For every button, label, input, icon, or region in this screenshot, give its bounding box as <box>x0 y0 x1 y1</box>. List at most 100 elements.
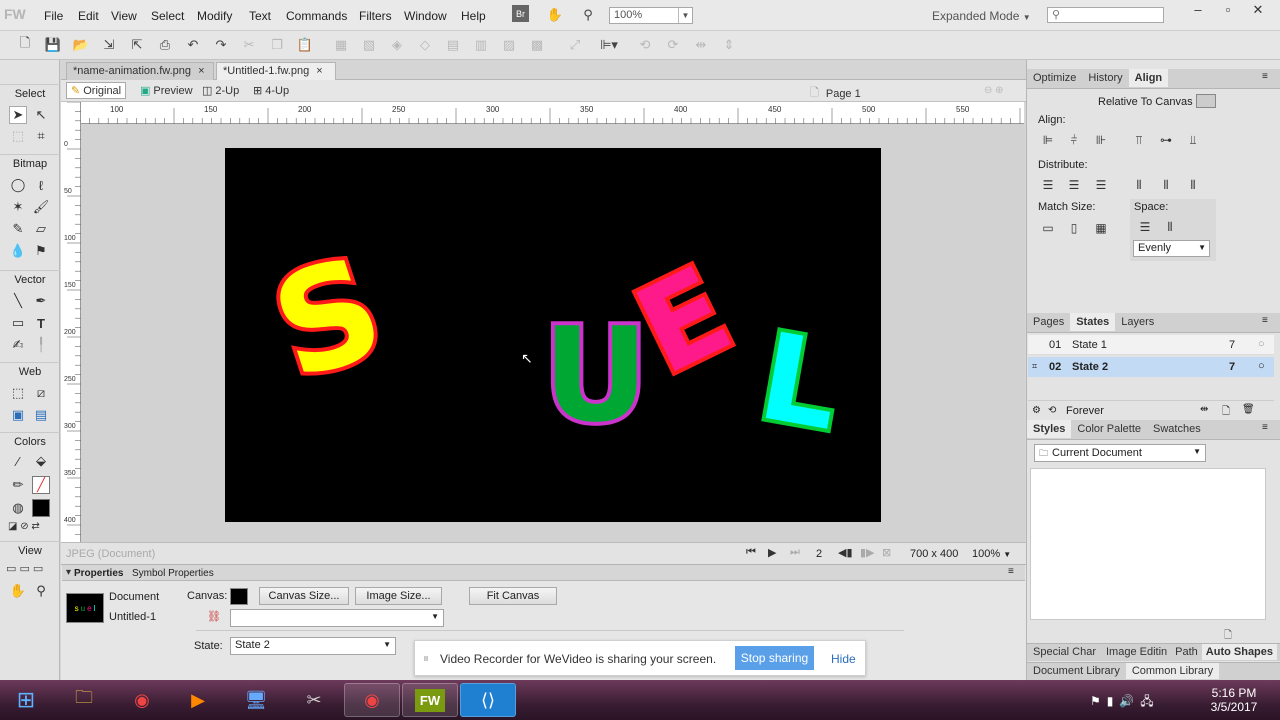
tab-pages[interactable]: Pages <box>1027 313 1070 331</box>
align-center-h-icon[interactable]: ⫩ <box>1067 133 1081 147</box>
distribute-right-icon[interactable]: ⫴ <box>1186 178 1200 192</box>
slice-tool-icon[interactable]: ⧄ <box>32 384 50 402</box>
tab-optimize[interactable]: Optimize <box>1027 69 1082 87</box>
tab-image-editing[interactable]: Image Editin <box>1102 644 1171 660</box>
send-back-icon[interactable]: ▩ <box>528 36 546 54</box>
tab-document-library[interactable]: Document Library <box>1027 663 1126 679</box>
distribute-middle-icon[interactable]: ⫴ <box>1159 178 1173 192</box>
styles-list[interactable] <box>1030 468 1266 620</box>
distribute-bottom-icon[interactable]: ☰ <box>1094 178 1108 192</box>
start-button-icon[interactable]: ⊞ <box>6 682 46 718</box>
state-select[interactable]: State 2 ▼ <box>230 637 396 655</box>
rotate-cw-icon[interactable]: ⟳ <box>664 36 682 54</box>
loop-settings-icon[interactable]: ⚙ <box>1032 405 1041 416</box>
text-tool-icon[interactable]: T <box>32 314 50 332</box>
zoom-select[interactable]: 100% ▼ <box>609 7 693 24</box>
menu-text[interactable]: Text <box>249 9 271 23</box>
lasso-tool-icon[interactable]: ℓ <box>32 176 50 194</box>
clock[interactable]: 5:16 PM 3/5/2017 <box>1204 686 1264 714</box>
zoom-icon[interactable]: ⚲ <box>578 5 598 25</box>
bucket-tool-icon[interactable]: ⬙ <box>32 452 50 470</box>
menu-edit[interactable]: Edit <box>78 9 99 23</box>
close-frame-icon[interactable]: ⊠ <box>882 546 891 559</box>
properties-collapse-icon[interactable]: ▾ <box>66 567 71 578</box>
align-middle-v-icon[interactable]: ⊶ <box>1159 133 1173 147</box>
hand-icon[interactable]: ✋ <box>545 5 565 25</box>
relative-to-canvas-toggle[interactable] <box>1196 94 1216 108</box>
tray-icons[interactable]: ⚑▮🔊🖧 <box>1090 692 1160 713</box>
onion-skin-icon[interactable]: ○ <box>1258 338 1265 350</box>
two-up-view-button[interactable]: ◫ 2-Up <box>202 84 239 98</box>
restore-button[interactable]: ▫ <box>1213 2 1243 17</box>
tab-layers[interactable]: Layers <box>1115 313 1160 331</box>
tab-color-palette[interactable]: Color Palette <box>1071 420 1147 438</box>
new-state-icon[interactable]: 🗋 <box>1222 404 1230 421</box>
fit-canvas-button[interactable]: Fit Canvas <box>469 587 557 605</box>
send-backward-icon[interactable]: ▨ <box>500 36 518 54</box>
bridge-icon[interactable]: Br <box>512 5 529 22</box>
canvas-size-button[interactable]: Canvas Size... <box>259 587 349 605</box>
space-vertical-icon[interactable]: ☰ <box>1138 220 1152 234</box>
tab-special-char[interactable]: Special Char <box>1027 644 1102 660</box>
four-up-view-button[interactable]: ⊞ 4-Up <box>253 84 289 98</box>
stroke-swatch-icon[interactable]: ╱ <box>32 476 50 494</box>
align-top-icon[interactable]: ⫪ <box>1132 133 1146 147</box>
flip-v-icon[interactable]: ⇕ <box>720 36 738 54</box>
align-bottom-icon[interactable]: ⫫ <box>1186 133 1200 147</box>
menu-filters[interactable]: Filters <box>359 9 392 23</box>
space-horizontal-icon[interactable]: ⫴ <box>1163 220 1177 234</box>
align-left-icon[interactable]: ⊫ <box>1041 133 1055 147</box>
explorer-taskbar-icon[interactable]: 🗀 <box>56 683 112 717</box>
tab-swatches[interactable]: Swatches <box>1147 420 1207 438</box>
panel-menu-icon[interactable]: ≡ <box>1262 315 1268 326</box>
tab-path[interactable]: Path <box>1171 644 1202 660</box>
drag-handle-icon[interactable]: ⏸ <box>423 651 429 666</box>
scale-tool-icon[interactable]: ⬚ <box>9 127 27 145</box>
delete-state-icon[interactable]: 🗑 <box>1242 404 1255 415</box>
snipping-tool-taskbar-icon[interactable]: ✂ <box>286 683 342 717</box>
search-input[interactable]: ⚲ <box>1047 7 1164 23</box>
hand-tool-icon[interactable]: ✋ <box>9 582 27 600</box>
match-height-icon[interactable]: ▯ <box>1067 221 1081 235</box>
align-dropdown-icon[interactable]: ⊫▾ <box>596 36 622 54</box>
styles-source-select[interactable]: 🗀 Current Document ▼ <box>1034 444 1206 462</box>
swap-colors-icon[interactable]: ◪ ⊘ ⇄ <box>8 521 56 533</box>
copy-icon[interactable]: ❐ <box>268 36 286 54</box>
redo-icon[interactable]: ↷ <box>212 36 230 54</box>
hotspot-tool-icon[interactable]: ⬚ <box>9 384 27 402</box>
minimize-button[interactable]: – <box>1183 2 1213 17</box>
unnamed-select[interactable]: ▼ <box>230 609 444 627</box>
tab-properties[interactable]: Properties <box>74 568 123 579</box>
chrome-running-taskbar-icon[interactable]: ◉ <box>344 683 400 717</box>
tab-states[interactable]: States <box>1070 313 1116 331</box>
blur-tool-icon[interactable]: 💧 <box>9 242 27 260</box>
tab-common-library[interactable]: Common Library <box>1125 663 1220 679</box>
stop-sharing-button[interactable]: Stop sharing <box>735 646 814 670</box>
first-frame-icon[interactable]: ⏮ <box>746 546 756 559</box>
tab-styles[interactable]: Styles <box>1027 420 1072 438</box>
letter-s[interactable]: S <box>251 222 405 416</box>
state-row-2[interactable]: ⌗ 02 State 2 7 ○ <box>1028 357 1274 377</box>
pen-tool-icon[interactable]: ✒ <box>32 292 50 310</box>
bring-front-icon[interactable]: ▤ <box>444 36 462 54</box>
status-zoom[interactable]: 100% ▼ <box>972 548 1011 560</box>
distribute-center-icon[interactable]: ☰ <box>1067 178 1081 192</box>
menu-window[interactable]: Window <box>404 9 447 23</box>
flip-h-icon[interactable]: ⇹ <box>692 36 710 54</box>
hide-slices-icon[interactable]: ▣ <box>9 406 27 424</box>
original-view-button[interactable]: ✎ Original <box>66 82 127 99</box>
menu-help[interactable]: Help <box>461 9 486 23</box>
print-icon[interactable]: ⎙ <box>156 36 174 54</box>
menu-file[interactable]: File <box>44 9 63 23</box>
path-icon[interactable]: ⤢ <box>566 36 584 54</box>
preview-view-button[interactable]: ▣ Preview <box>140 84 193 98</box>
tab-name-animation[interactable]: *name-animation.fw.png × <box>66 62 214 80</box>
close-icon[interactable]: × <box>198 65 204 77</box>
cut-icon[interactable]: ✂ <box>240 36 258 54</box>
eyedropper-tool-icon[interactable]: ⁄ <box>9 452 27 470</box>
brush-tool-icon[interactable]: 🖌 <box>32 198 50 216</box>
play-icon[interactable]: ▶ <box>768 546 776 559</box>
marquee-tool-icon[interactable]: ◯ <box>9 176 27 194</box>
image-size-button[interactable]: Image Size... <box>355 587 442 605</box>
fireworks-taskbar-icon[interactable]: FW <box>402 683 458 717</box>
